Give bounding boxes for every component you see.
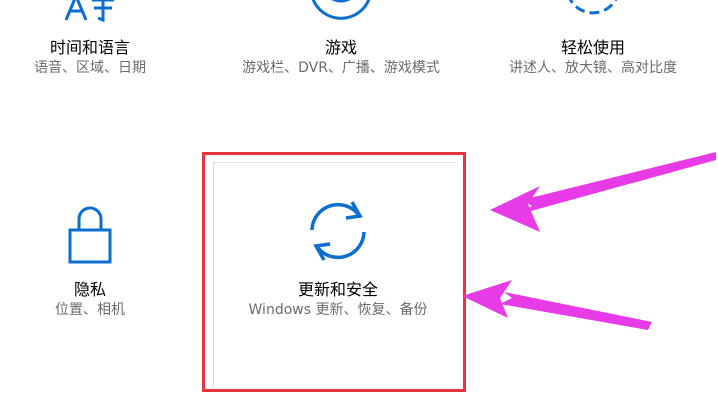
settings-window: 时间和语言 语音、区域、日期 游戏 游戏栏、DVR、广播、游戏模式 轻松使用 讲… — [0, 0, 718, 402]
arrow-upper — [490, 152, 716, 232]
annotation-arrows — [462, 152, 716, 330]
arrow-lower — [462, 280, 652, 330]
